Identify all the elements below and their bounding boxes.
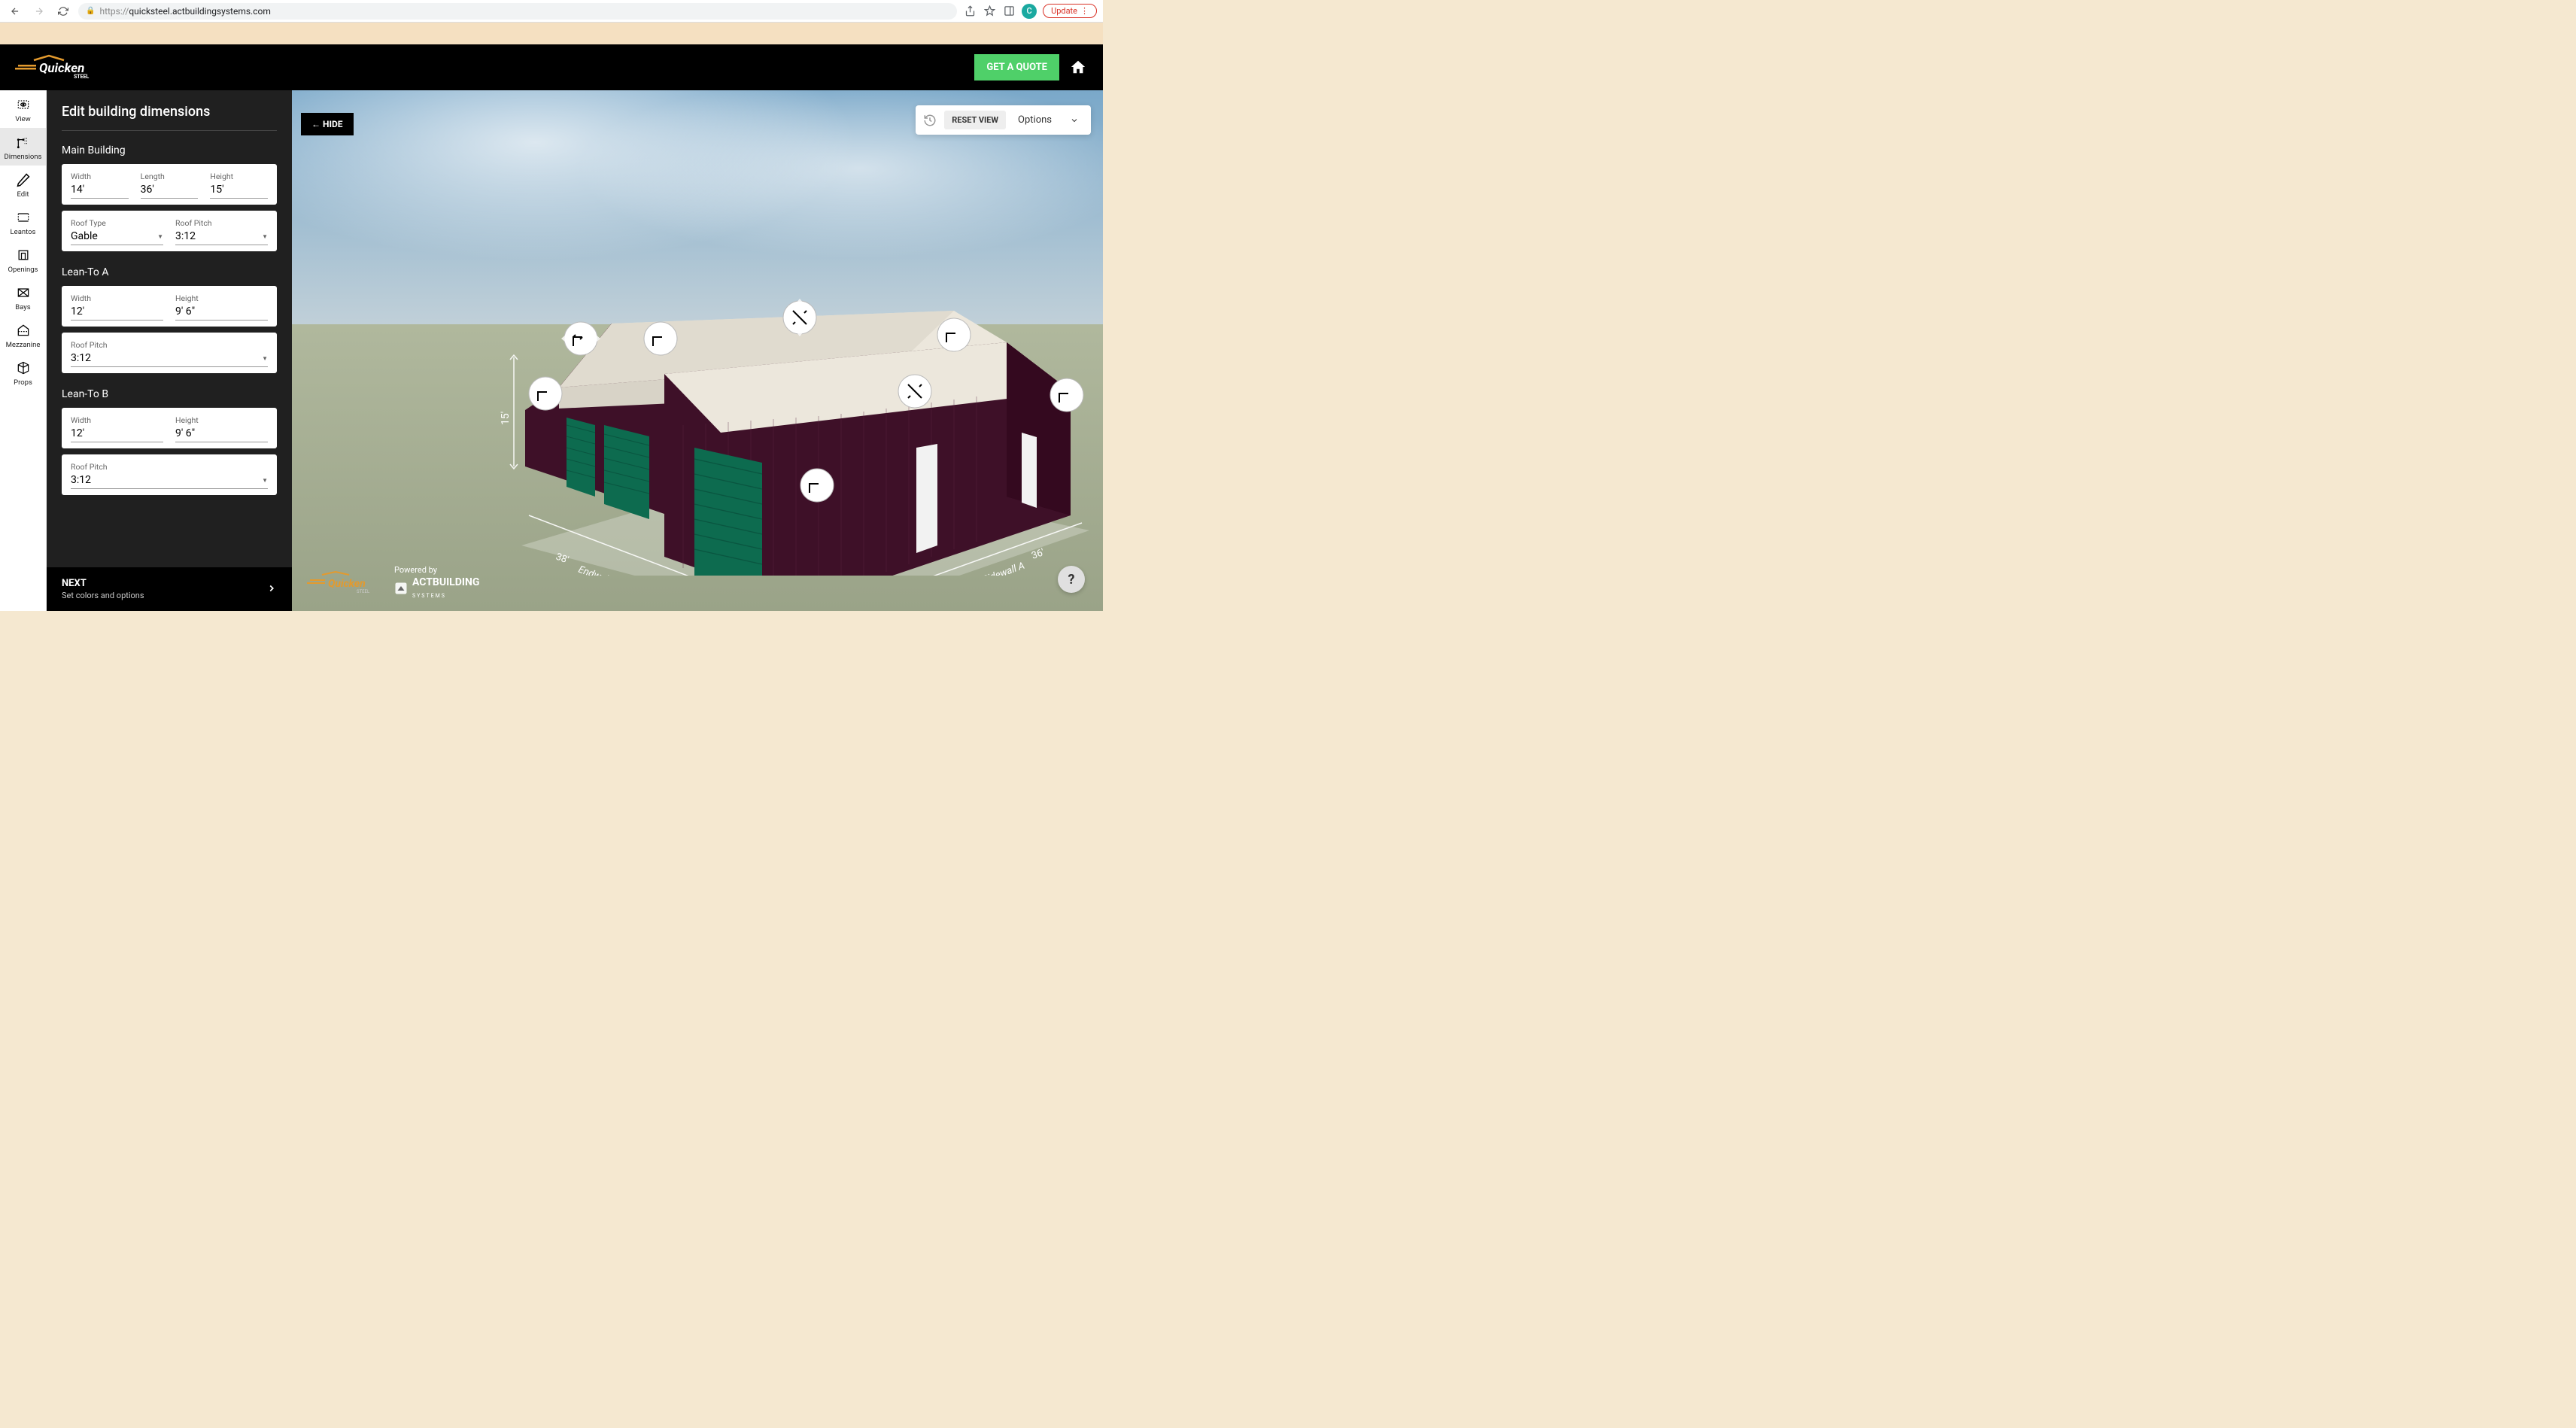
main-dimensions-card: Width 14' Length 36' Height 15'	[62, 164, 277, 205]
chevron-down-icon: ▼	[262, 477, 268, 484]
next-label: NEXT	[62, 578, 266, 589]
powered-by-text: Powered by	[394, 565, 479, 575]
width-field[interactable]: Width 14'	[71, 172, 129, 199]
resize-handle[interactable]	[644, 322, 677, 355]
chevron-down-icon: ▼	[262, 355, 268, 362]
update-button[interactable]: Update ⋮	[1043, 4, 1097, 18]
leanto-b-dimensions-card: Width 12' Height 9' 6"	[62, 408, 277, 448]
rail-label: Leantos	[11, 228, 36, 236]
roof-pitch-field[interactable]: Roof Pitch 3:12▼	[175, 218, 268, 245]
svg-text:Quicken: Quicken	[328, 578, 366, 590]
resize-handle[interactable]	[783, 301, 816, 334]
forward-button[interactable]	[30, 2, 48, 20]
rail-label: Mezzanine	[6, 341, 41, 349]
tab-strip-area	[0, 23, 1103, 44]
resize-handle[interactable]	[1050, 378, 1083, 412]
leanto-a-heading: Lean-To A	[62, 266, 277, 278]
hide-panel-button[interactable]: ← HIDE	[301, 113, 354, 135]
rail-leantos[interactable]: Leantos	[0, 203, 46, 241]
dim-height-text: 15'	[500, 412, 512, 425]
url-text: https://quicksteel.actbuildingsystems.co…	[99, 6, 270, 17]
share-icon[interactable]	[963, 5, 977, 18]
pencil-icon	[15, 172, 32, 188]
panel-title: Edit building dimensions	[62, 104, 277, 131]
height-field[interactable]: Height 15'	[210, 172, 268, 199]
resize-handle[interactable]	[898, 375, 931, 408]
rail-label: Openings	[8, 266, 38, 274]
quicken-logo-small: Quicken STEEL	[307, 570, 382, 596]
openings-icon	[15, 247, 32, 263]
length-field[interactable]: Length 36'	[141, 172, 199, 199]
chevron-down-icon: ▼	[157, 233, 163, 240]
browser-chrome: 🔒 https://quicksteel.actbuildingsystems.…	[0, 0, 1103, 23]
rail-label: Props	[14, 378, 32, 387]
rail-mezzanine[interactable]: Mezzanine	[0, 316, 46, 354]
bays-icon	[15, 284, 32, 301]
svg-text:STEEL: STEEL	[74, 74, 90, 80]
options-dropdown[interactable]: Options	[1010, 110, 1086, 130]
reset-view-button[interactable]: RESET VIEW	[944, 111, 1006, 129]
leanto-a-width-field[interactable]: Width 12'	[71, 293, 163, 321]
eye-icon	[15, 96, 32, 113]
dimensions-panel: Edit building dimensions Main Building W…	[47, 90, 292, 611]
back-button[interactable]	[6, 2, 24, 20]
leanto-b-width-field[interactable]: Width 12'	[71, 415, 163, 442]
main-building-heading: Main Building	[62, 144, 277, 156]
building-3d-model[interactable]: 15' Endwall A 38' Sidewall A 36'	[397, 199, 1089, 576]
act-building-logo: ACTBUILDINGSYSTEMS	[394, 576, 479, 600]
get-quote-button[interactable]: GET A QUOTE	[974, 54, 1059, 81]
home-icon[interactable]	[1070, 59, 1088, 77]
rail-label: Edit	[17, 190, 29, 199]
leanto-a-dimensions-card: Width 12' Height 9' 6"	[62, 286, 277, 327]
chevron-right-icon	[266, 582, 277, 597]
next-button[interactable]: NEXT Set colors and options	[47, 567, 292, 611]
rail-props[interactable]: Props	[0, 354, 46, 391]
quicken-steel-logo: Quicken STEEL	[15, 54, 105, 81]
leanto-a-roof-pitch-field[interactable]: Roof Pitch 3:12▼	[71, 340, 268, 367]
rail-bays[interactable]: Bays	[0, 278, 46, 316]
rail-edit[interactable]: Edit	[0, 166, 46, 203]
main-roof-card: Roof Type Gable▼ Roof Pitch 3:12▼	[62, 211, 277, 251]
leanto-b-roof-card: Roof Pitch 3:12▼	[62, 454, 277, 495]
resize-handle[interactable]	[529, 377, 562, 410]
mezzanine-icon	[15, 322, 32, 339]
leanto-b-heading: Lean-To B	[62, 388, 277, 400]
resize-handle[interactable]	[564, 322, 597, 355]
rail-openings[interactable]: Openings	[0, 241, 46, 278]
history-icon[interactable]	[920, 111, 940, 130]
dimensions-icon	[15, 134, 32, 150]
rail-label: View	[15, 115, 31, 123]
icon-rail: View Dimensions Edit Leantos Openings Ba…	[0, 90, 47, 611]
rail-label: Bays	[15, 303, 30, 311]
reload-button[interactable]	[54, 2, 72, 20]
view-controls: RESET VIEW Options	[916, 105, 1091, 135]
footer-credits: Quicken STEEL Powered by ACTBUILDINGSYST…	[307, 565, 479, 600]
url-bar[interactable]: 🔒 https://quicksteel.actbuildingsystems.…	[78, 3, 957, 20]
leanto-icon	[15, 209, 32, 226]
svg-text:STEEL: STEEL	[357, 589, 370, 594]
resize-handle[interactable]	[800, 469, 834, 502]
cube-icon	[15, 360, 32, 376]
help-button[interactable]: ?	[1058, 566, 1085, 593]
chevron-down-icon: ▼	[262, 233, 268, 240]
resize-handle[interactable]	[937, 318, 971, 351]
leanto-a-roof-card: Roof Pitch 3:12▼	[62, 333, 277, 373]
leanto-a-height-field[interactable]: Height 9' 6"	[175, 293, 268, 321]
star-icon[interactable]	[983, 5, 996, 18]
3d-viewport[interactable]: ← HIDE RESET VIEW Options	[292, 90, 1103, 611]
profile-avatar[interactable]: C	[1022, 4, 1037, 19]
rail-dimensions[interactable]: Dimensions	[0, 128, 46, 166]
lock-icon: 🔒	[86, 7, 95, 15]
rail-label: Dimensions	[5, 153, 42, 161]
rail-view[interactable]: View	[0, 90, 46, 128]
leanto-b-height-field[interactable]: Height 9' 6"	[175, 415, 268, 442]
leanto-b-roof-pitch-field[interactable]: Roof Pitch 3:12▼	[71, 462, 268, 489]
app-header: Quicken STEEL GET A QUOTE	[0, 44, 1103, 90]
roof-type-field[interactable]: Roof Type Gable▼	[71, 218, 163, 245]
chevron-down-icon	[1070, 116, 1079, 125]
next-subtitle: Set colors and options	[62, 591, 266, 600]
panel-icon[interactable]	[1002, 5, 1016, 18]
